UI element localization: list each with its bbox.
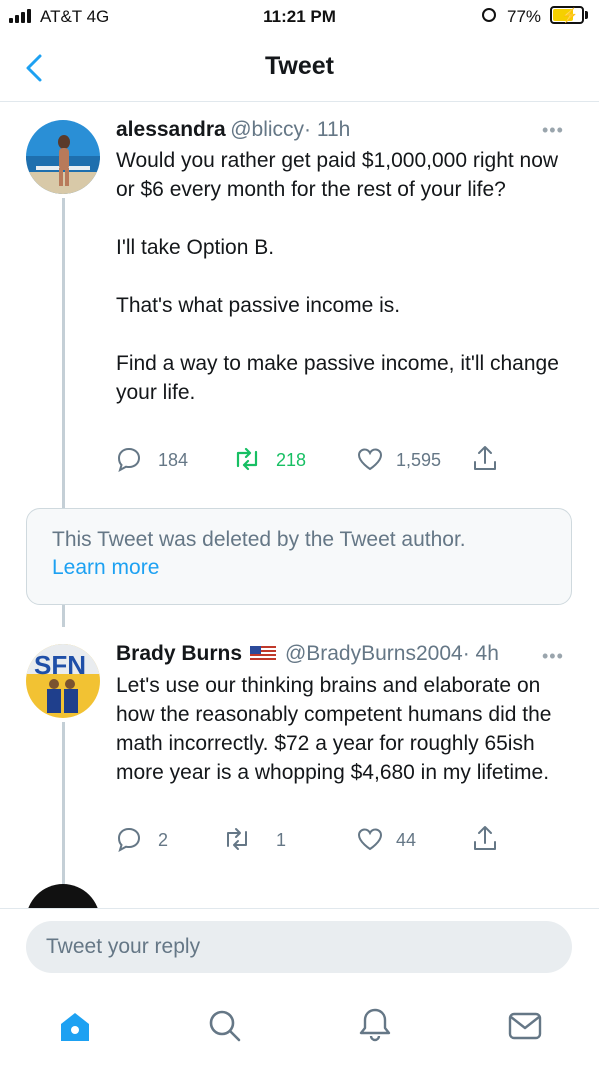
tweet-text: Let's use our thinking brains and elabor… bbox=[116, 674, 552, 784]
battery-icon: ⚡ bbox=[550, 6, 584, 24]
notifications-icon[interactable] bbox=[358, 1007, 392, 1043]
battery-nub bbox=[585, 11, 588, 19]
reply-icon[interactable] bbox=[116, 826, 142, 852]
avatar[interactable]: SFN bbox=[26, 644, 100, 718]
retweet-count: 218 bbox=[276, 450, 307, 470]
learn-more-link[interactable]: Learn more bbox=[52, 556, 159, 580]
avatar[interactable] bbox=[26, 884, 100, 908]
tweet-actions: 184 218 1,595 bbox=[116, 444, 516, 474]
author-handle[interactable]: @bliccy bbox=[230, 118, 304, 141]
deleted-tweet-notice: This Tweet was deleted by the Tweet auth… bbox=[26, 508, 572, 605]
deleted-notice-text: This Tweet was deleted by the Tweet auth… bbox=[52, 528, 466, 551]
retweet-icon[interactable] bbox=[222, 826, 252, 852]
orientation-lock-icon bbox=[482, 8, 496, 22]
status-bar: AT&T 4G 11:21 PM 77% ⚡ bbox=[0, 0, 599, 34]
battery-percent: 77% bbox=[507, 7, 542, 26]
svg-text:SFN: SFN bbox=[34, 650, 86, 680]
tweet-time: · 11h bbox=[304, 118, 351, 141]
search-icon[interactable] bbox=[208, 1009, 242, 1043]
tweet-text: Would you rather get paid $1,000,000 rig… bbox=[116, 149, 559, 404]
reply-count: 2 bbox=[158, 830, 169, 850]
retweet-icon[interactable] bbox=[232, 446, 262, 472]
share-icon[interactable] bbox=[472, 444, 498, 472]
header: Tweet bbox=[0, 34, 599, 102]
avatar[interactable] bbox=[26, 120, 100, 194]
more-icon[interactable]: ••• bbox=[542, 120, 564, 141]
heart-icon[interactable] bbox=[356, 826, 384, 852]
thread-line bbox=[62, 198, 65, 508]
author-name[interactable]: Brady Burns bbox=[116, 642, 242, 665]
messages-icon[interactable] bbox=[508, 1011, 542, 1041]
divider bbox=[0, 908, 599, 909]
reply-count: 184 bbox=[158, 450, 189, 470]
tweet-header: alessandra @bliccy· 11h bbox=[116, 118, 350, 142]
heart-icon[interactable] bbox=[356, 446, 384, 472]
share-icon[interactable] bbox=[472, 824, 498, 852]
like-count: 44 bbox=[396, 830, 417, 850]
author-handle[interactable]: @BradyBurns2004 bbox=[285, 642, 463, 665]
like-count: 1,595 bbox=[396, 450, 442, 470]
page-title: Tweet bbox=[265, 52, 334, 80]
tweet-header: Brady Burns @BradyBurns2004· 4h bbox=[116, 642, 499, 666]
tab-bar bbox=[0, 985, 599, 1065]
tweet-actions: 2 1 44 bbox=[116, 824, 516, 854]
thread-line bbox=[62, 605, 65, 627]
author-name[interactable]: alessandra bbox=[116, 118, 226, 141]
reply-icon[interactable] bbox=[116, 446, 142, 472]
more-icon[interactable]: ••• bbox=[542, 646, 564, 667]
retweet-count: 1 bbox=[276, 830, 287, 850]
us-flag-icon bbox=[250, 646, 277, 663]
thread-line bbox=[62, 722, 65, 884]
tweet-time: · 4h bbox=[462, 642, 499, 665]
home-icon[interactable] bbox=[58, 1010, 92, 1044]
reply-input[interactable] bbox=[26, 921, 572, 973]
